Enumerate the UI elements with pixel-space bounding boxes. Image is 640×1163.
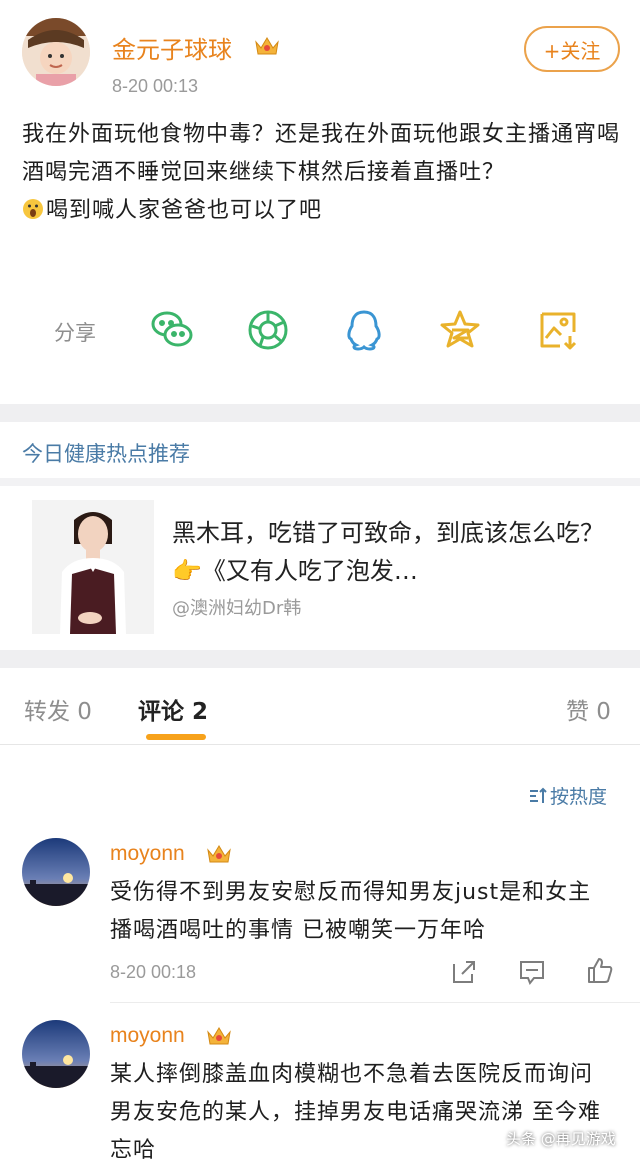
toutiao-watermark: 头条 @再见游戏	[506, 1130, 616, 1148]
health-recommend-header[interactable]: 今日健康热点推荐	[22, 438, 190, 468]
post-body: 我在外面玩他食物中毒？还是我在外面玩他跟女主播通宵喝酒喝完酒不睡觉回来继续下棋然…	[22, 116, 622, 230]
active-tab-indicator	[146, 734, 206, 740]
tab-likes[interactable]: 赞 0	[566, 692, 611, 726]
qq-icon[interactable]	[340, 306, 388, 354]
author-avatar[interactable]	[22, 18, 90, 86]
share-label: 分享	[54, 321, 96, 345]
health-article-source[interactable]: @澳洲妇幼Dr韩	[172, 594, 301, 620]
health-article-thumbnail[interactable]	[32, 500, 154, 634]
save-image-icon[interactable]	[534, 306, 582, 354]
wechat-icon[interactable]	[148, 306, 196, 354]
vip-crown-icon	[254, 34, 280, 58]
section-divider	[0, 650, 640, 668]
author-username[interactable]: 金元子球球	[112, 30, 232, 65]
commenter-avatar[interactable]	[22, 1020, 90, 1088]
section-divider	[0, 478, 640, 486]
scream-emoji-icon	[22, 195, 44, 219]
sort-label: 按热度	[550, 786, 608, 808]
tab-divider	[0, 744, 640, 745]
follow-button[interactable]: +关注	[524, 26, 620, 72]
commenter-username[interactable]: moyonn	[110, 842, 185, 866]
comment-timestamp: 8-20 00:18	[110, 962, 197, 982]
comment-text: 受伤得不到男友安慰反而得知男友just是和女主播喝酒喝吐的事情 已被嘲笑一万年哈	[110, 880, 592, 943]
like-icon[interactable]	[586, 956, 614, 984]
commenter-avatar[interactable]	[22, 838, 90, 906]
post-text-line2: 喝到喊人家爸爸也可以了吧	[22, 192, 622, 230]
sort-by-hot-button[interactable]: 按热度	[528, 782, 607, 809]
qzone-icon[interactable]	[436, 306, 484, 354]
sort-icon	[530, 787, 547, 803]
commenter-username[interactable]: moyonn	[110, 1024, 185, 1048]
vip-crown-icon	[206, 842, 232, 866]
health-article-title[interactable]: 黑木耳，吃错了可致命，到底该怎么吃？👉《又有人吃了泡发…	[172, 514, 612, 590]
post-timestamp: 8-20 00:13	[112, 76, 199, 96]
post-text-tail: 喝到喊人家爸爸也可以了吧	[46, 198, 323, 223]
forward-icon[interactable]	[450, 958, 478, 986]
comment-divider	[110, 1002, 640, 1003]
reply-icon[interactable]	[518, 958, 546, 986]
moments-icon[interactable]	[244, 306, 292, 354]
vip-crown-icon	[206, 1024, 232, 1048]
tab-comments[interactable]: 评论 2	[138, 692, 208, 726]
post-text-main: 我在外面玩他食物中毒？还是我在外面玩他跟女主播通宵喝酒喝完酒不睡觉回来继续下棋然…	[22, 122, 621, 185]
section-divider	[0, 404, 640, 422]
tab-repost[interactable]: 转发 0	[24, 692, 92, 726]
